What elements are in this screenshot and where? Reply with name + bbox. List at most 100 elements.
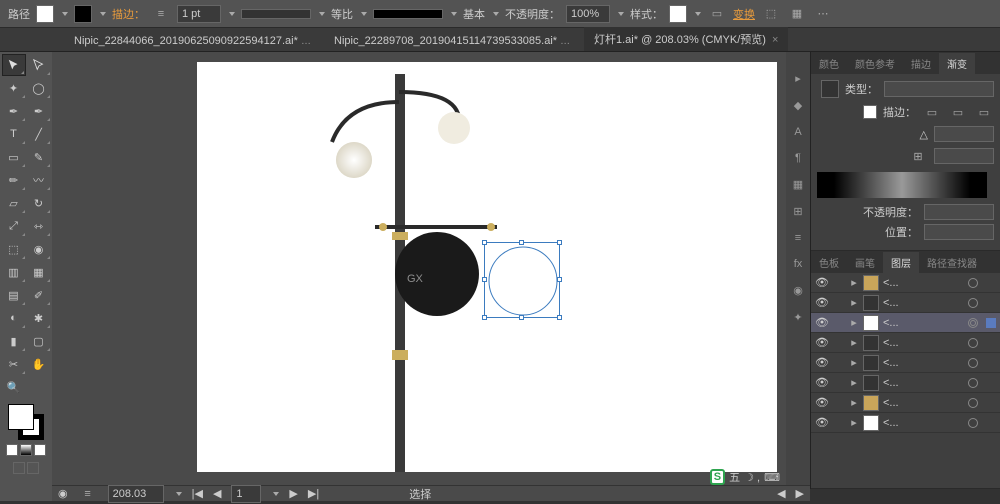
status-icon[interactable]: ◉ [58,487,68,500]
style-swatch[interactable] [669,5,687,23]
expand-icon[interactable]: ▸ [849,316,859,329]
basic-label[interactable]: 基本 [463,6,485,22]
screen-full[interactable] [27,462,39,474]
more-icon[interactable]: ⋯ [813,4,833,24]
resize-handle-w[interactable] [482,277,487,282]
expand-icon[interactable]: ▸ [849,356,859,369]
dock-icon[interactable]: fx [794,258,803,270]
chevron-down-icon[interactable] [493,12,499,16]
stroke-type-1[interactable]: ▭ [922,102,942,122]
selection-tool[interactable] [2,54,26,76]
visibility-toggle[interactable]: 👁 [815,376,829,390]
chevron-down-icon[interactable] [361,12,367,16]
chevron-down-icon[interactable] [62,12,68,16]
isolate-icon[interactable]: ⬚ [761,4,781,24]
ptab-layers[interactable]: 图层 [883,252,919,273]
visibility-toggle[interactable]: 👁 [815,396,829,410]
pen-add-tool[interactable]: ✒ [27,100,51,122]
blob-brush-tool[interactable]: 〰 [27,169,51,191]
gradient-swatch[interactable] [821,80,839,98]
dock-icon[interactable]: ¶ [795,152,801,164]
layer-item[interactable]: 👁 ▸ <... [811,373,1000,393]
selection-bbox[interactable] [484,242,560,318]
tab-doc-2[interactable]: Nipic_22289708_20190415114739533085.ai* … [324,31,584,51]
canvas-area[interactable]: GX [52,52,786,489]
width-tool[interactable]: ⇿ [27,215,51,237]
dock-icon[interactable]: ▦ [793,178,803,191]
line-tool[interactable]: ╱ [27,123,51,145]
expand-icon[interactable]: ▸ [849,336,859,349]
hand-tool[interactable]: ✋ [27,353,51,375]
layer-item[interactable]: 👁 ▸ <... [811,313,1000,333]
stroke-dash-dropdown[interactable] [241,9,311,19]
zoom-input[interactable] [108,485,164,503]
layer-item[interactable]: 👁 ▸ <... [811,413,1000,433]
layer-item[interactable]: 👁 ▸ <... [811,273,1000,293]
free-transform-tool[interactable]: ⬚ [2,238,26,260]
target-icon[interactable] [968,378,978,388]
artboard-num-input[interactable] [231,485,261,503]
artboard-next[interactable]: ▶ [289,487,297,500]
ptab-stroke[interactable]: 描边 [903,53,939,74]
resize-handle-sw[interactable] [482,315,487,320]
opacity-input[interactable] [566,5,610,23]
ptab-pathfinder[interactable]: 路径查找器 [919,252,985,273]
type-tool[interactable]: T [2,123,26,145]
direct-selection-tool[interactable] [27,54,51,76]
slice-tool[interactable]: ✂ [2,353,26,375]
target-icon[interactable] [968,318,978,328]
resize-handle-se[interactable] [557,315,562,320]
symbol-sprayer-tool[interactable]: ✱ [27,307,51,329]
target-icon[interactable] [968,418,978,428]
dock-icon[interactable]: ▸ [795,72,801,85]
resize-handle-nw[interactable] [482,240,487,245]
expand-icon[interactable]: ▸ [849,396,859,409]
pen-tool[interactable]: ✒ [2,100,26,122]
target-icon[interactable] [968,398,978,408]
uniform-label[interactable]: 等比 [331,6,353,22]
close-icon[interactable]: × [772,34,778,46]
gradient-ramp[interactable] [817,172,987,198]
artboard-tool[interactable]: ▢ [27,330,51,352]
zoom-tool[interactable]: 🔍 [2,376,26,398]
dock-icon[interactable]: ◉ [793,284,803,297]
expand-icon[interactable]: ▸ [849,416,859,429]
visibility-toggle[interactable]: 👁 [815,296,829,310]
stroke-weight-input[interactable] [177,5,221,23]
color-solid[interactable] [6,444,18,456]
tab-doc-3[interactable]: 灯杆1.ai* @ 208.03% (CMYK/预览)× [584,27,788,51]
chevron-down-icon[interactable] [273,492,279,496]
dock-icon[interactable]: ≡ [795,232,801,244]
aspect-icon[interactable]: ⊞ [908,146,928,166]
resize-handle-n[interactable] [519,240,524,245]
stroke-type-3[interactable]: ▭ [974,102,994,122]
paintbrush-tool[interactable]: ✎ [27,146,51,168]
column-graph-tool[interactable]: ▮ [2,330,26,352]
rotate-tool[interactable]: ↻ [27,192,51,214]
dock-icon[interactable]: ◆ [794,99,802,112]
scale-tool[interactable]: ⤢ [2,215,26,237]
stroke-swatch[interactable] [74,5,92,23]
chevron-down-icon[interactable] [695,12,701,16]
gradient-type-dropdown[interactable] [884,81,994,97]
fill-stroke-swatch[interactable] [8,404,44,440]
expand-icon[interactable]: ▸ [849,376,859,389]
target-icon[interactable] [968,338,978,348]
artboard-prev[interactable]: |◀ [192,487,203,500]
scroll-arrow-left[interactable]: ◀ [777,487,785,500]
target-icon[interactable] [968,298,978,308]
chevron-down-icon[interactable] [176,492,182,496]
scroll-arrow-right[interactable]: ▶ [796,487,804,500]
color-gradient[interactable] [20,444,32,456]
resize-handle-e[interactable] [557,277,562,282]
layer-item[interactable]: 👁 ▸ <... [811,393,1000,413]
ptab-color-guide[interactable]: 颜色参考 [847,53,903,74]
dock-icon[interactable]: ⊞ [793,205,802,218]
brush-dropdown[interactable] [373,9,443,19]
magic-wand-tool[interactable]: ✦ [2,77,26,99]
target-icon[interactable] [968,278,978,288]
aspect-input[interactable] [934,148,994,164]
ptab-swatches[interactable]: 色板 [811,252,847,273]
artboard-next2[interactable]: ▶| [308,487,319,500]
resize-handle-ne[interactable] [557,240,562,245]
